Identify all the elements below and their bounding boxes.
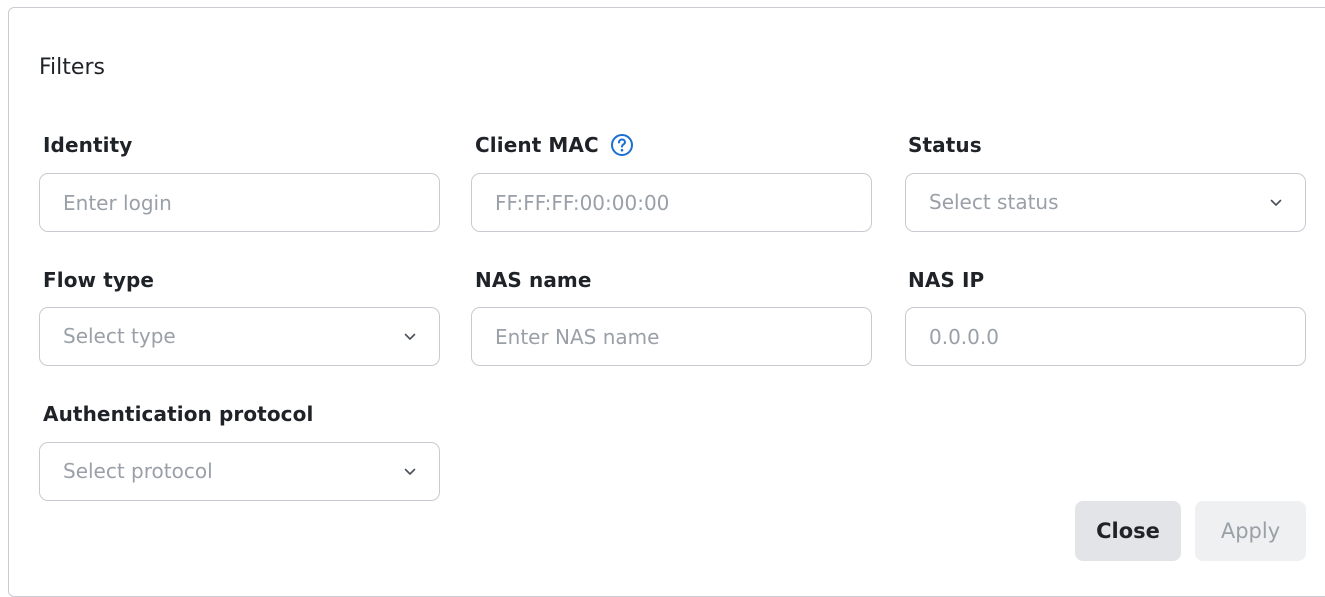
identity-input[interactable] — [40, 174, 439, 231]
help-circle-icon[interactable] — [609, 132, 635, 158]
status-select[interactable]: Select status — [905, 173, 1306, 232]
client-mac-field[interactable] — [471, 173, 872, 232]
nas-name-input[interactable] — [472, 308, 871, 365]
nas-name-label: NAS name — [475, 268, 592, 292]
client-mac-label: Client MAC — [475, 131, 635, 159]
auth-protocol-label: Authentication protocol — [43, 402, 314, 426]
identity-field[interactable] — [39, 173, 440, 232]
client-mac-input[interactable] — [472, 174, 871, 231]
chevron-down-icon — [404, 468, 416, 475]
chevron-down-icon — [404, 333, 416, 340]
close-button[interactable]: Close — [1075, 501, 1181, 561]
flow-type-select[interactable]: Select type — [39, 307, 440, 366]
nas-ip-label: NAS IP — [908, 268, 985, 292]
identity-label: Identity — [43, 133, 133, 157]
chevron-down-icon — [1270, 199, 1282, 206]
flow-type-select-value: Select type — [63, 324, 176, 348]
apply-button[interactable]: Apply — [1195, 501, 1306, 561]
auth-protocol-select-value: Select protocol — [63, 459, 213, 483]
nas-name-field[interactable] — [471, 307, 872, 366]
status-label: Status — [908, 133, 982, 157]
status-select-value: Select status — [929, 190, 1059, 214]
auth-protocol-select[interactable]: Select protocol — [39, 442, 440, 501]
dialog-title: Filters — [39, 55, 105, 80]
flow-type-label: Flow type — [43, 268, 155, 292]
nas-ip-field[interactable] — [905, 307, 1306, 366]
client-mac-label-text: Client MAC — [475, 133, 599, 157]
nas-ip-input[interactable] — [906, 308, 1305, 365]
